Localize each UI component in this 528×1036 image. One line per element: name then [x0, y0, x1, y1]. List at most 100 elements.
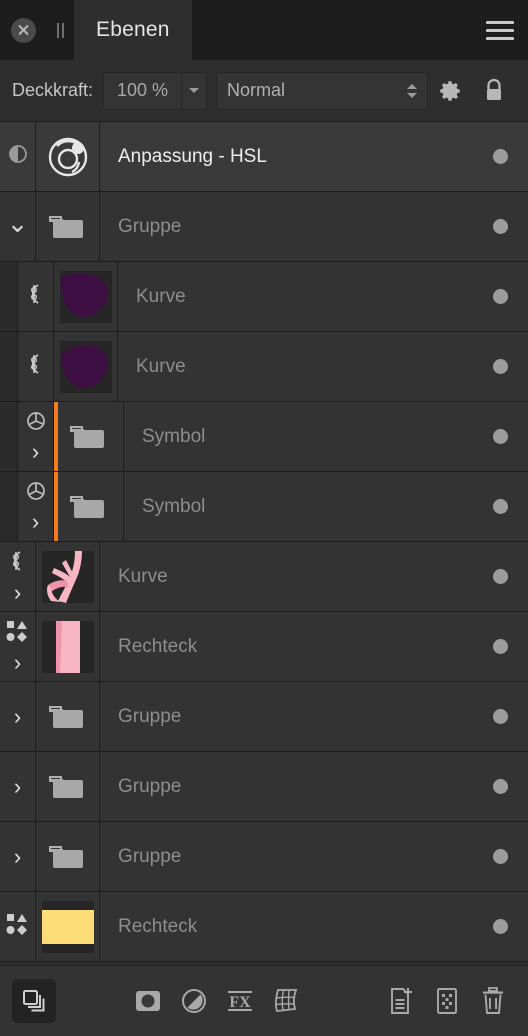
- layer-visibility-toggle[interactable]: [472, 612, 528, 681]
- layer-thumbnail-cell[interactable]: [36, 612, 100, 681]
- layer-thumbnail-cell[interactable]: [54, 332, 118, 401]
- layer-name-cell[interactable]: Kurve: [118, 262, 472, 331]
- layer-row[interactable]: › Gruppe: [0, 752, 528, 822]
- layer-thumbnail-cell[interactable]: [36, 542, 100, 611]
- shapes-icon: [6, 620, 27, 642]
- shapes-icon[interactable]: [6, 620, 29, 648]
- new-layer-button[interactable]: [378, 978, 424, 1024]
- layer-visibility-toggle[interactable]: [472, 122, 528, 191]
- layer-thumbnail-cell[interactable]: [36, 122, 100, 191]
- layer-row[interactable]: Anpassung - HSL: [0, 122, 528, 192]
- layer-thumbnail-cell[interactable]: [36, 822, 100, 891]
- layer-thumbnail-cell[interactable]: [54, 402, 124, 471]
- collapse-chevron-down-icon[interactable]: ⌄: [7, 210, 29, 236]
- layer-row[interactable]: › Rechteck: [0, 612, 528, 682]
- layer-visibility-toggle[interactable]: [472, 472, 528, 541]
- layer-visibility-toggle[interactable]: [472, 892, 528, 961]
- layer-name-cell[interactable]: Gruppe: [100, 682, 472, 751]
- expand-chevron-right-icon[interactable]: ›: [32, 441, 39, 463]
- layer-thumbnail-cell[interactable]: [36, 752, 100, 821]
- lock-layer-button[interactable]: [472, 77, 516, 105]
- visibility-dot-icon: [492, 289, 508, 304]
- expand-chevron-right-icon[interactable]: ›: [32, 511, 39, 533]
- layer-settings-button[interactable]: [428, 78, 472, 104]
- expand-chevron-right-icon[interactable]: ›: [14, 775, 21, 798]
- expand-chevron-right-icon[interactable]: ›: [14, 582, 21, 604]
- opacity-input[interactable]: 100 %: [103, 71, 182, 110]
- new-pixel-layer-button[interactable]: [424, 978, 470, 1024]
- fx-layer-button[interactable]: FX: [217, 978, 263, 1024]
- layer-stack-toggle-button[interactable]: [12, 979, 56, 1023]
- layer-name-cell[interactable]: Symbol: [124, 402, 472, 471]
- layer-row[interactable]: Rechteck: [0, 892, 528, 962]
- layer-row[interactable]: › Symbol: [0, 402, 528, 472]
- hamburger-menu-icon[interactable]: [472, 0, 528, 60]
- layer-name-cell[interactable]: Rechteck: [100, 892, 472, 961]
- drag-grip-icon[interactable]: [46, 0, 74, 60]
- layer-row[interactable]: › Kurve: [0, 542, 528, 612]
- layer-indent-spacer: [0, 262, 18, 331]
- layer-options-bar: Deckkraft: 100 % Normal: [0, 60, 528, 122]
- layer-name-label: Kurve: [136, 285, 186, 307]
- layer-visibility-toggle[interactable]: [472, 752, 528, 821]
- opacity-dropdown-button[interactable]: [181, 71, 208, 110]
- layer-name-label: Rechteck: [118, 915, 198, 937]
- layer-name-cell[interactable]: Gruppe: [100, 192, 472, 261]
- layer-visibility-toggle[interactable]: [472, 192, 528, 261]
- adjustment-halfcircle-icon[interactable]: [7, 143, 29, 170]
- layer-visibility-toggle[interactable]: [472, 262, 528, 331]
- layer-thumbnail-cell[interactable]: [36, 192, 100, 261]
- mask-layer-button[interactable]: [125, 978, 171, 1024]
- layer-thumbnail-cell[interactable]: [36, 892, 100, 961]
- layer-row[interactable]: ⌄ Gruppe: [0, 192, 528, 262]
- layer-row[interactable]: › Symbol: [0, 472, 528, 542]
- layer-name-cell[interactable]: Gruppe: [100, 822, 472, 891]
- layer-thumbnail-cell[interactable]: [54, 472, 124, 541]
- adjustment-layer-button[interactable]: [171, 978, 217, 1024]
- layer-row[interactable]: › Gruppe: [0, 822, 528, 892]
- layer-thumbnail-cell[interactable]: [36, 682, 100, 751]
- new-pixel-layer-icon: [437, 988, 457, 1014]
- layer-row[interactable]: Kurve: [0, 332, 528, 402]
- lock-icon: [487, 78, 501, 100]
- layer-visibility-toggle[interactable]: [472, 682, 528, 751]
- layer-name-cell[interactable]: Kurve: [100, 542, 472, 611]
- live-filter-layer-button[interactable]: [263, 978, 309, 1024]
- symbol-icon[interactable]: [25, 410, 47, 437]
- layer-thumbnail: [41, 620, 94, 673]
- layer-name-cell[interactable]: Rechteck: [100, 612, 472, 681]
- blend-mode-select[interactable]: Normal: [216, 71, 428, 110]
- close-panel-button[interactable]: [0, 0, 46, 60]
- curve-node-icon[interactable]: [25, 352, 47, 381]
- layer-thumbnail-cell[interactable]: [54, 262, 118, 331]
- layer-control-column: ›: [18, 472, 54, 541]
- layer-row[interactable]: › Gruppe: [0, 682, 528, 752]
- visibility-dot-icon: [492, 499, 508, 514]
- pink-branch-thumbnail: [46, 550, 82, 603]
- expand-chevron-right-icon[interactable]: ›: [14, 651, 21, 674]
- expand-chevron-right-icon[interactable]: ›: [14, 845, 21, 868]
- layer-name-cell[interactable]: Kurve: [118, 332, 472, 401]
- layer-visibility-toggle[interactable]: [472, 542, 528, 611]
- stepper-updown-icon[interactable]: [407, 83, 417, 98]
- layer-visibility-toggle[interactable]: [472, 332, 528, 401]
- shapes-icon[interactable]: [6, 913, 29, 941]
- layer-thumbnail: [41, 900, 94, 953]
- layer-row[interactable]: Kurve: [0, 262, 528, 332]
- layer-thumbnail: [63, 481, 115, 533]
- layer-name-cell[interactable]: Symbol: [124, 472, 472, 541]
- layer-control-column: ›: [0, 682, 36, 751]
- delete-layer-button[interactable]: [470, 978, 516, 1024]
- titlebar-spacer: [192, 0, 472, 60]
- tab-ebenen[interactable]: Ebenen: [74, 0, 192, 60]
- curve-node-icon[interactable]: [7, 549, 29, 578]
- opacity-control[interactable]: 100 %: [103, 71, 208, 110]
- layer-visibility-toggle[interactable]: [472, 402, 528, 471]
- layer-name-cell[interactable]: Anpassung - HSL: [100, 122, 472, 191]
- symbol-icon[interactable]: [25, 480, 47, 507]
- layer-name-cell[interactable]: Gruppe: [100, 752, 472, 821]
- expand-chevron-right-icon[interactable]: ›: [14, 705, 21, 728]
- layer-control-column: ›: [0, 752, 36, 821]
- curve-node-icon[interactable]: [25, 282, 47, 311]
- layer-visibility-toggle[interactable]: [472, 822, 528, 891]
